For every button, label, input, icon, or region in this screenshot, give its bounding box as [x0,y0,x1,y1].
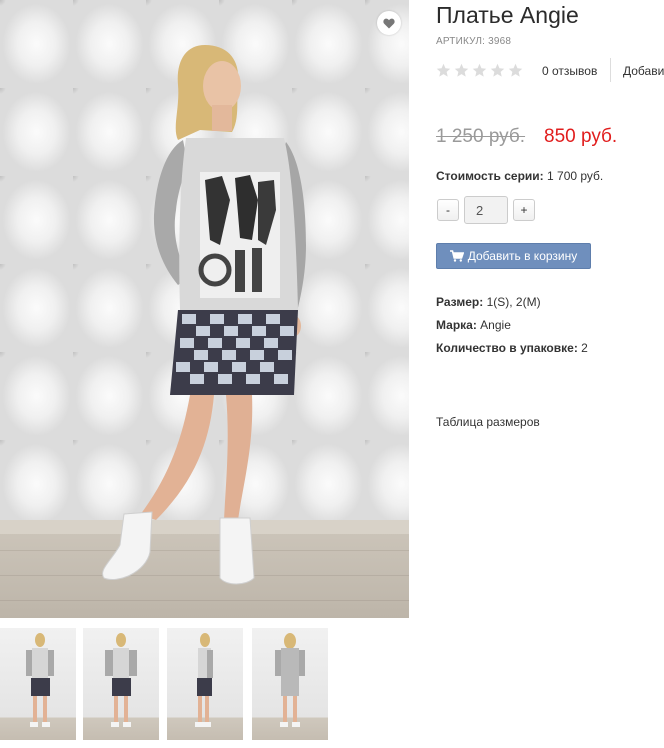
product-properties: Размер: 1(S), 2(M) Марка: Angie Количест… [436,295,588,364]
property-label: Размер: [436,295,484,309]
series-cost-label: Стоимость серии: [436,169,544,183]
quantity-decrease-button[interactable]: - [437,199,459,221]
thumbnail-gallery [0,628,340,740]
thumbnail-3[interactable] [167,628,243,740]
shopping-cart-icon [449,250,464,262]
property-value: 2 [581,341,588,355]
property-value: 1(S), 2(M) [486,295,541,309]
star-icon [436,63,451,77]
current-price: 850 руб. [544,126,618,147]
rating-stars[interactable] [436,63,523,78]
property-row: Размер: 1(S), 2(M) [436,295,588,318]
property-row: Количество в упаковке: 2 [436,341,588,364]
star-icon [490,63,505,77]
old-price: 1 250 руб. [436,126,526,147]
reviews-divider [610,58,611,82]
property-value: Angie [480,318,511,332]
add-review-link[interactable]: Добави [623,64,664,78]
thumbnail-4[interactable] [252,628,328,740]
reviews-count-link[interactable]: 0 отзывов [542,64,597,78]
property-label: Количество в упаковке: [436,341,578,355]
property-row: Марка: Angie [436,318,588,341]
heart-icon [383,18,395,28]
series-cost: Стоимость серии: 1 700 руб. [436,169,603,183]
quantity-increase-button[interactable]: + [513,199,535,221]
quantity-input[interactable] [464,196,508,224]
add-to-cart-label: Добавить в корзину [467,249,578,263]
series-cost-value: 1 700 руб. [547,169,604,183]
thumbnail-2[interactable] [83,628,159,740]
product-main-image[interactable] [0,0,409,618]
star-icon [454,63,469,77]
product-sku: АРТИКУЛ: 3968 [436,36,512,47]
thumbnail-1[interactable] [0,628,76,740]
product-title: Платье Angie [436,2,579,28]
star-icon [508,63,523,77]
add-to-cart-button[interactable]: Добавить в корзину [436,243,591,269]
favorite-button[interactable] [377,11,401,35]
size-table-link[interactable]: Таблица размеров [436,415,540,429]
model-figure [102,45,306,585]
property-label: Марка: [436,318,477,332]
star-icon [472,63,487,77]
